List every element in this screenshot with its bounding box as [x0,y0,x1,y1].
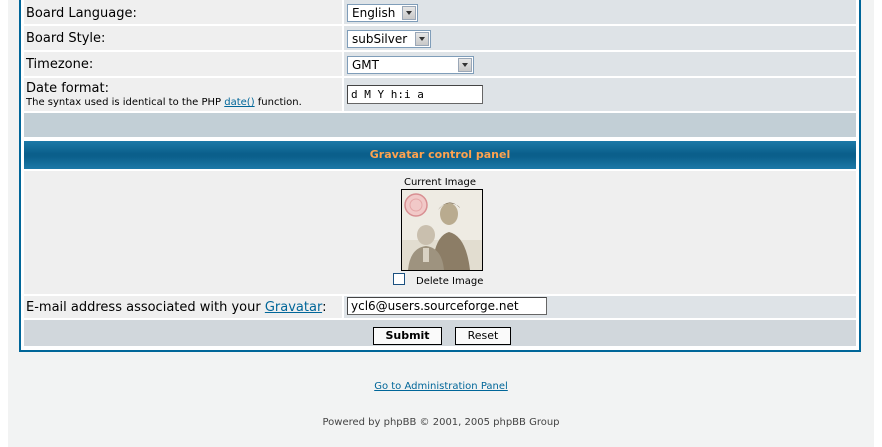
gravatar-link[interactable]: Gravatar [265,300,322,315]
board-style-row: Board Style: subSilver [24,26,856,50]
date-format-row: Date format: The syntax used is identica… [24,78,856,111]
chevron-down-icon[interactable] [415,32,429,46]
board-style-cell: subSilver [344,26,856,50]
date-format-label-cell: Date format: The syntax used is identica… [24,78,342,111]
gravatar-email-cell: ycl6@users.sourceforge.net [344,296,856,318]
gravatar-email-input[interactable]: ycl6@users.sourceforge.net [347,297,547,315]
delete-image-label: Delete Image [416,276,484,287]
admin-panel-link[interactable]: Go to Administration Panel [374,381,508,392]
date-format-label: Date format: [26,81,109,96]
php-date-link[interactable]: date() [224,97,254,108]
gravatar-email-row: E-mail address associated with your Grav… [24,296,856,318]
timezone-cell: GMT [344,52,856,76]
chevron-down-icon[interactable] [458,58,472,72]
gravatar-email-label-colon: : [322,300,327,315]
powered-by-text: Powered by phpBB © 2001, 2005 phpBB Grou… [322,417,560,428]
date-format-cell: d M Y h:i a [344,78,856,111]
admin-panel-link-container: Go to Administration Panel [0,381,882,392]
gravatar-panel-header: Gravatar control panel [24,141,856,169]
profile-form-table: Board Language: English Board Style: sub… [19,0,861,352]
board-language-cell: English [344,0,856,24]
timezone-row: Timezone: GMT [24,52,856,76]
gravatar-image [401,189,483,271]
date-format-help: The syntax used is identical to the PHP … [26,96,342,110]
current-image-label: Current Image [403,177,477,188]
board-language-select[interactable]: English [347,4,418,22]
delete-image-checkbox[interactable] [393,273,405,285]
board-language-label: Board Language: [24,0,342,24]
spacer-row [24,113,856,137]
board-language-value: English [352,6,396,20]
timezone-label: Timezone: [24,52,342,76]
board-style-value: subSilver [352,32,408,46]
reset-button[interactable]: Reset [455,327,511,345]
timezone-value: GMT [352,58,379,72]
gravatar-email-label: E-mail address associated with your Grav… [24,296,342,318]
page: Board Language: English Board Style: sub… [0,0,882,447]
gravatar-image-row: Current Image Delete Image [24,171,856,294]
gravatar-photo-icon [402,190,482,270]
gravatar-email-label-text: E-mail address associated with your [26,300,265,315]
board-style-select[interactable]: subSilver [347,30,431,48]
date-format-help-text: The syntax used is identical to the PHP [26,97,225,108]
timezone-select[interactable]: GMT [347,56,474,74]
date-format-help-suffix: function. [254,97,302,108]
submit-button[interactable]: Submit [373,327,442,345]
form-buttons-row: Submit Reset [24,320,856,346]
chevron-down-icon[interactable] [402,6,416,20]
date-format-input[interactable]: d M Y h:i a [347,85,483,104]
board-language-row: Board Language: English [24,0,856,24]
board-style-label: Board Style: [24,26,342,50]
